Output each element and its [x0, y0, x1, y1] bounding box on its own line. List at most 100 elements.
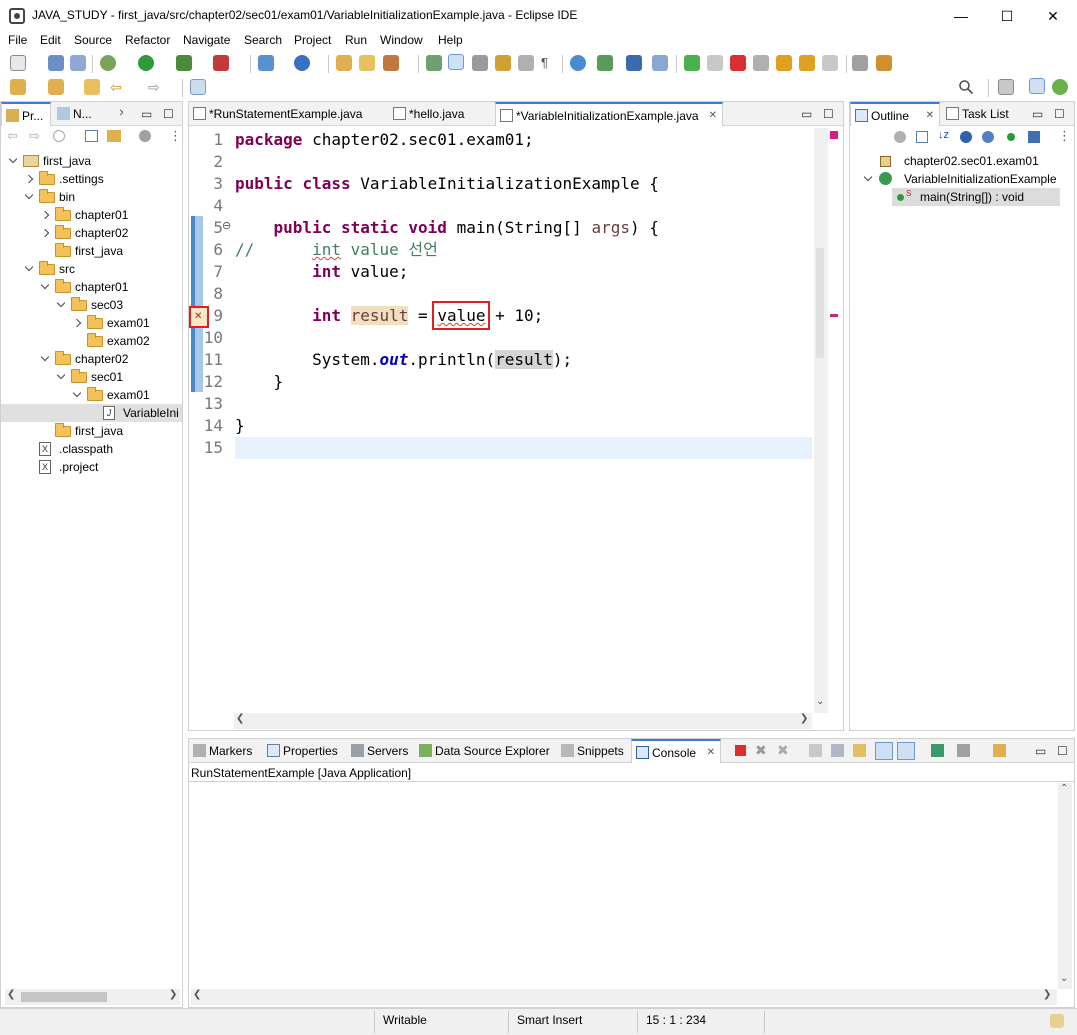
collapse-icon[interactable] [8, 154, 18, 164]
java-perspective-icon[interactable] [1029, 78, 1045, 94]
scroll-left-icon[interactable]: ❮ [193, 989, 201, 1000]
coverage-icon[interactable] [176, 55, 192, 71]
minimize-view-icon[interactable]: ▭ [801, 102, 812, 126]
minimize-button[interactable]: — [938, 4, 984, 28]
tab-properties[interactable]: Properties [263, 739, 345, 763]
run-icon[interactable] [138, 55, 154, 71]
tree-item[interactable]: X .project [1, 458, 182, 476]
tree-item[interactable]: first_java [1, 422, 182, 440]
view-menu-icon[interactable]: ⋮ [169, 128, 182, 144]
terminate-icon[interactable] [735, 745, 746, 756]
tree-item[interactable]: src [1, 260, 182, 278]
menu-run[interactable]: Run [345, 33, 367, 47]
back-icon[interactable]: ⇦ [110, 79, 126, 95]
previous-annotation-icon[interactable] [48, 79, 64, 95]
menu-refactor[interactable]: Refactor [125, 33, 170, 47]
tree-item[interactable]: sec01 [1, 368, 182, 386]
notifications-icon[interactable] [1050, 1014, 1064, 1028]
scroll-up-icon[interactable]: ⌃ [1060, 783, 1068, 794]
explorer-h-scrollbar[interactable]: ❮ ❯ [5, 989, 180, 1005]
link-with-editor-icon[interactable] [107, 130, 121, 142]
close-icon[interactable]: ✕ [119, 102, 123, 126]
tree-item[interactable]: chapter02 [1, 224, 182, 242]
tree-item[interactable]: X .classpath [1, 440, 182, 458]
view-menu-icon[interactable]: ⋮ [1058, 128, 1071, 144]
scroll-left-icon[interactable]: ❮ [7, 989, 15, 1000]
up-icon[interactable] [53, 130, 65, 142]
search-tool-icon[interactable] [383, 55, 399, 71]
collapse-icon[interactable] [72, 388, 82, 398]
tab-console[interactable]: Console ✕ [631, 739, 721, 763]
minimize-view-icon[interactable]: ▭ [141, 102, 152, 126]
tab-outline[interactable]: Outline ✕ [850, 102, 940, 126]
disconnect-icon[interactable] [753, 55, 769, 71]
hide-non-public-icon[interactable] [1007, 133, 1015, 141]
console-v-scrollbar[interactable]: ⌃ ⌄ [1058, 783, 1072, 989]
minimize-view-icon[interactable]: ▭ [1032, 102, 1043, 126]
tab-navigator[interactable]: N... ✕ [53, 102, 123, 126]
step-over-icon[interactable] [799, 55, 815, 71]
new-icon[interactable] [10, 55, 26, 71]
annotation-icon[interactable] [426, 55, 442, 71]
forward-icon[interactable]: ⇨ [29, 128, 40, 144]
collapse-icon[interactable] [56, 370, 66, 380]
scroll-left-icon[interactable]: ❮ [236, 713, 244, 724]
run-last-icon[interactable] [597, 55, 613, 71]
hide-local-types-icon[interactable] [1028, 131, 1040, 143]
menu-edit[interactable]: Edit [40, 33, 61, 47]
tree-item[interactable]: chapter01 [1, 206, 182, 224]
tree-item[interactable]: J VariableIni [1, 404, 182, 422]
code-line[interactable]: public static void main(String[] args) { [235, 217, 659, 239]
code-line[interactable]: } [235, 371, 284, 393]
collapse-icon[interactable] [24, 262, 34, 272]
search-icon[interactable] [958, 79, 974, 95]
code-line[interactable]: int value; [235, 261, 408, 283]
tab-hello-java[interactable]: *hello.java [389, 102, 489, 126]
expand-icon[interactable] [72, 318, 82, 328]
status-insert-mode[interactable]: Smart Insert [517, 1013, 582, 1027]
collapse-icon[interactable] [40, 352, 50, 362]
fold-icon[interactable]: ⊖ [222, 219, 231, 232]
display-console-icon[interactable] [957, 744, 970, 757]
skip-breakpoints-icon[interactable] [652, 55, 668, 71]
open-perspective-icon[interactable] [998, 79, 1014, 95]
sort-icon[interactable]: ↓z [938, 129, 949, 141]
pilcrow-icon[interactable]: ¶ [541, 55, 557, 71]
close-icon[interactable]: ✕ [709, 104, 717, 126]
collapse-icon[interactable] [56, 298, 66, 308]
tree-item[interactable]: exam02 [1, 332, 182, 350]
show-on-error-icon[interactable] [897, 742, 915, 760]
resume-icon[interactable] [684, 55, 700, 71]
code-line[interactable]: public class VariableInitializationExamp… [235, 173, 659, 195]
maximize-button[interactable]: ☐ [984, 4, 1030, 28]
open-type-icon[interactable] [336, 55, 352, 71]
code-line[interactable]: } [235, 415, 245, 437]
open-task-icon[interactable] [359, 55, 375, 71]
tab-data-source-explorer[interactable]: Data Source Explorer [415, 739, 555, 763]
back-icon[interactable]: ⇦ [7, 128, 18, 144]
last-edit-icon[interactable] [84, 79, 100, 95]
scroll-down-icon[interactable]: ⌄ [816, 696, 824, 707]
close-icon[interactable]: ✕ [926, 104, 934, 126]
new-java-project-icon[interactable] [258, 55, 274, 71]
expand-icon[interactable] [24, 174, 34, 184]
expand-icon[interactable] [40, 210, 50, 220]
menu-window[interactable]: Window [380, 33, 423, 47]
menu-file[interactable]: File [8, 33, 27, 47]
code-line[interactable]: package chapter02.sec01.exam01; [235, 129, 534, 151]
menu-source[interactable]: Source [74, 33, 112, 47]
tree-item[interactable]: sec03 [1, 296, 182, 314]
tree-item[interactable]: first_java [1, 152, 182, 170]
code-line[interactable]: System.out.println(result); [235, 349, 572, 371]
expand-icon[interactable] [863, 172, 873, 182]
new-class-icon[interactable] [294, 55, 310, 71]
filters-icon[interactable] [139, 130, 151, 142]
tab-task-list[interactable]: Task List [942, 102, 1022, 126]
tab-package-explorer[interactable]: Pr... [1, 102, 51, 126]
debug-perspective-icon[interactable] [1052, 79, 1068, 95]
code-line[interactable]: int result = value + 10; [235, 301, 543, 330]
step-return-icon[interactable] [822, 55, 838, 71]
show-on-output-icon[interactable] [875, 742, 893, 760]
external-tools-icon[interactable] [213, 55, 229, 71]
terminal-icon[interactable] [626, 55, 642, 71]
